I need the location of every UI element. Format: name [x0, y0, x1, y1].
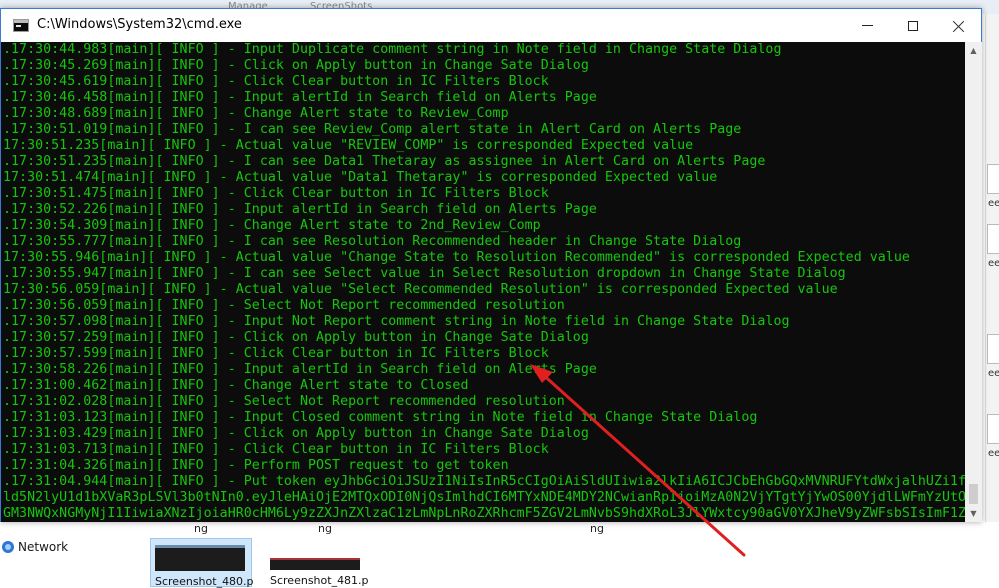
console-line: .17:30:56.059[main][ INFO ] - Select Not…	[3, 298, 565, 313]
bg-file-label-fragment: ng	[590, 522, 604, 535]
console-line: .17:30:57.599[main][ INFO ] - Click Clea…	[3, 346, 549, 361]
console-line: ld5N2lyU1d1bXVaR3pLSVl3b0tNIn0.eyJleHAiO…	[3, 490, 965, 505]
file-thumbnail-screenshot-480[interactable]: Screenshot_480.p	[150, 538, 254, 588]
file-thumbnail-screenshot-481[interactable]: Screenshot_481.p	[266, 538, 369, 587]
console-line: .17:31:04.944[main][ INFO ] - Put token …	[3, 474, 965, 489]
console-line: .17:30:54.309[main][ INFO ] - Change Ale…	[3, 218, 541, 233]
console-line: .17:30:57.098[main][ INFO ] - Input Not …	[3, 314, 790, 329]
close-icon	[953, 20, 965, 32]
console-line: .17:31:00.462[main][ INFO ] - Change Ale…	[3, 378, 469, 393]
cmd-app-icon[interactable]	[13, 19, 29, 32]
console-line: 17:30:51.235[main][ INFO ] - Actual valu…	[3, 138, 694, 153]
bg-file-label: ee	[988, 448, 999, 459]
console-line: 17:30:55.946[main][ INFO ] - Actual valu…	[3, 250, 910, 265]
thumbnail-image	[155, 545, 245, 571]
minimize-icon	[861, 25, 873, 26]
nav-item-network[interactable]: Network	[2, 540, 68, 554]
console-line: .17:30:58.226[main][ INFO ] - Input aler…	[3, 362, 597, 377]
bg-file-thumb[interactable]	[987, 224, 999, 254]
console-line: .17:30:55.777[main][ INFO ] - I can see …	[3, 234, 742, 249]
bg-file-thumb[interactable]	[987, 164, 999, 194]
bg-file-label: ee	[988, 198, 999, 209]
console-line: .17:31:03.713[main][ INFO ] - Click Clea…	[3, 442, 549, 457]
scrollbar-thumb[interactable]	[969, 484, 978, 504]
console-line: .17:30:45.269[main][ INFO ] - Click on A…	[3, 58, 589, 73]
console-line: .17:30:55.947[main][ INFO ] - I can see …	[3, 266, 846, 281]
console-line: .17:30:45.619[main][ INFO ] - Click Clea…	[3, 74, 549, 89]
console-line: .17:30:51.475[main][ INFO ] - Click Clea…	[3, 186, 549, 201]
file-name-label: Screenshot_481.p	[270, 574, 369, 587]
console-line: .17:30:46.458[main][ INFO ] - Input aler…	[3, 90, 597, 105]
console-line: 17:30:56.059[main][ INFO ] - Actual valu…	[3, 282, 838, 297]
cmd-window: C:\Windows\System32\cmd.exe .17:30:44.98…	[0, 8, 982, 522]
nav-item-network-label: Network	[18, 540, 69, 554]
window-title: C:\Windows\System32\cmd.exe	[37, 17, 242, 32]
thumbnail-image	[270, 558, 360, 570]
background-explorer-bottom: ng ng ng Network Screenshot_480.p Screen…	[0, 522, 999, 588]
minimize-button[interactable]	[844, 9, 890, 42]
console-line: .17:30:57.259[main][ INFO ] - Click on A…	[3, 330, 589, 345]
bg-file-label: ee	[988, 258, 999, 269]
close-button[interactable]	[936, 9, 982, 42]
window-title-bar[interactable]: C:\Windows\System32\cmd.exe	[1, 9, 981, 42]
scroll-down-arrow-icon[interactable]: ▼	[965, 505, 982, 522]
bg-file-label: ee	[988, 368, 999, 379]
console-line: .17:30:51.019[main][ INFO ] - I can see …	[3, 122, 742, 137]
console-line: 17:30:51.474[main][ INFO ] - Actual valu…	[3, 170, 718, 185]
console-line: GM3NWQxNGMyNjI1IiwiaXNzIjoiaHR0cHM6Ly9zZ…	[3, 506, 965, 521]
maximize-button[interactable]	[890, 9, 936, 42]
console-line: .17:30:51.235[main][ INFO ] - I can see …	[3, 154, 766, 169]
bg-file-thumb[interactable]	[987, 334, 999, 364]
console-line: .17:30:44.983[main][ INFO ] - Input Dupl…	[3, 42, 782, 57]
console-line: .17:31:03.123[main][ INFO ] - Input Clos…	[3, 410, 758, 425]
console-line: .17:31:04.326[main][ INFO ] - Perform PO…	[3, 458, 509, 473]
network-icon	[2, 541, 14, 553]
scroll-up-arrow-icon[interactable]: ▲	[965, 42, 982, 59]
console-output[interactable]: .17:30:44.983[main][ INFO ] - Input Dupl…	[1, 42, 965, 522]
console-line: .17:30:48.689[main][ INFO ] - Change Ale…	[3, 106, 509, 121]
console-line: .17:31:02.028[main][ INFO ] - Select Not…	[3, 394, 565, 409]
maximize-icon	[908, 20, 918, 31]
background-explorer-right-pane: ee ee ee ee	[985, 14, 999, 587]
bg-file-thumb[interactable]	[987, 414, 999, 444]
bg-file-label-fragment: ng	[318, 522, 332, 535]
console-line: .17:30:52.226[main][ INFO ] - Input aler…	[3, 202, 597, 217]
vertical-scrollbar[interactable]: ▲ ▼	[965, 42, 982, 522]
bg-file-label-fragment: ng	[194, 522, 208, 535]
file-name-label: Screenshot_480.p	[155, 575, 254, 588]
console-line: .17:31:03.429[main][ INFO ] - Click on A…	[3, 426, 589, 441]
